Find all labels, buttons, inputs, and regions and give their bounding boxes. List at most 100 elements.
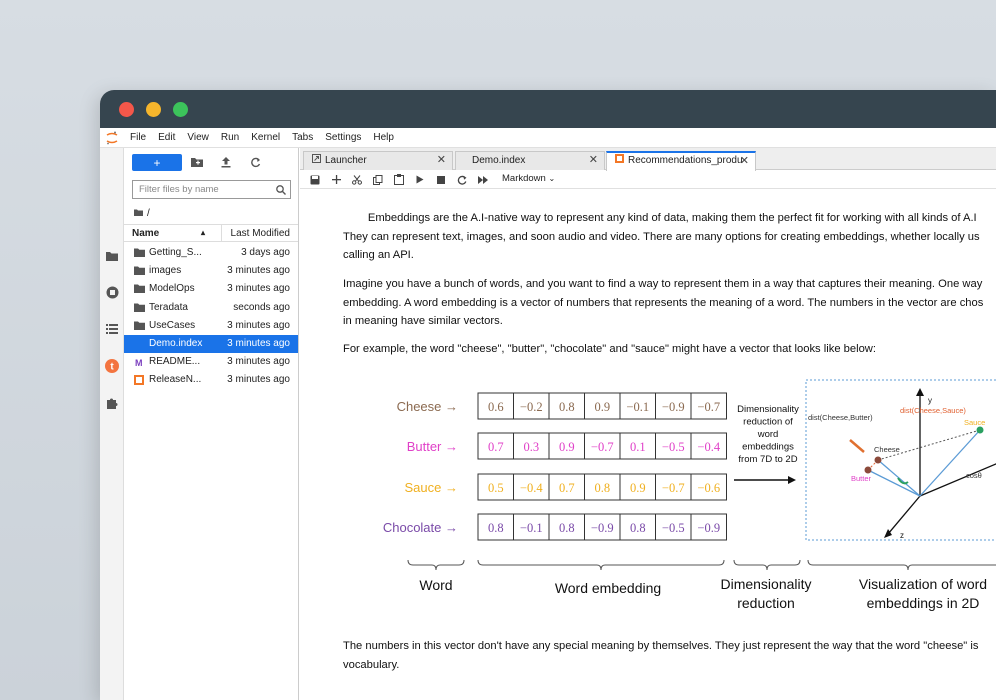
text-line: Imagine you have a bunch of words, and y… — [343, 278, 983, 290]
embedding-value: 0.8 — [630, 521, 646, 535]
brace — [477, 559, 725, 571]
embedding-value: −0.7 — [591, 440, 614, 454]
tab-demo-index-close-icon[interactable]: ✕ — [589, 152, 598, 169]
filter-placeholder: Filter files by name — [139, 184, 219, 195]
file-modified: 3 days ago — [241, 247, 290, 258]
file-row[interactable]: ModelOps 3 minutes ago — [124, 280, 298, 298]
menu-settings[interactable]: Settings — [319, 128, 367, 148]
maximize-window-button[interactable] — [173, 102, 188, 117]
new-launcher-button[interactable]: + — [132, 154, 182, 171]
file-row[interactable]: ReleaseN... 3 minutes ago — [124, 371, 298, 389]
window-titlebar — [100, 90, 996, 128]
visualization-caption: Visualization of word — [859, 576, 987, 592]
text-line: calling an API. — [343, 249, 414, 261]
dimensionality-caption: reduction — [737, 595, 795, 611]
embedding-value: 0.3 — [523, 440, 539, 454]
file-row[interactable]: Teradata seconds ago — [124, 299, 298, 317]
paragraph-example: For example, the word "cheese", "butter"… — [343, 340, 996, 359]
file-name: README... — [149, 356, 201, 368]
run-cell-icon[interactable] — [413, 173, 427, 186]
menu-edit[interactable]: Edit — [152, 128, 181, 148]
word-caption: Word — [419, 577, 452, 593]
file-row[interactable]: images 3 minutes ago — [124, 262, 298, 280]
running-icon[interactable] — [100, 281, 124, 303]
insert-cell-icon[interactable] — [329, 173, 343, 186]
file-name: Demo.index — [149, 337, 203, 349]
menu-help[interactable]: Help — [367, 128, 400, 148]
tab-recommendations[interactable]: Recommendations_produ ✕ — [606, 151, 756, 171]
text-line: The numbers in this vector don't have an… — [343, 640, 979, 652]
embedding-value: −0.7 — [662, 481, 685, 495]
save-icon[interactable] — [308, 173, 322, 186]
word-embedding-figure: Cheese → 0.6 −0.2 0.8 0.9 −0.1 −0.9 −0.7 Butter … — [383, 379, 996, 611]
cell-type-value: Markdown — [502, 173, 546, 184]
folder-icon[interactable] — [100, 245, 124, 267]
embedding-value: 0.7 — [488, 440, 504, 454]
embedding-value: 0.8 — [559, 521, 575, 535]
word-label: Chocolate → — [383, 520, 458, 535]
minimize-window-button[interactable] — [146, 102, 161, 117]
modified-column-header[interactable]: Last Modified — [231, 228, 290, 239]
tab-launcher[interactable]: Launcher ✕ — [303, 151, 453, 170]
notebook-toolbar: Markdown ⌄ — [300, 170, 996, 189]
dimensionality-caption: Dimensionality — [720, 576, 811, 592]
file-browser-panel: + Filter files by name / Name ▴ Last Mod… — [124, 148, 299, 700]
embedding-value: 0.6 — [488, 400, 504, 414]
file-modified: seconds ago — [233, 301, 290, 313]
sauce-point — [976, 426, 984, 434]
folder-icon — [134, 321, 145, 331]
upload-icon[interactable] — [219, 155, 233, 169]
reduction-arrow-head — [788, 476, 796, 484]
filter-files-input[interactable]: Filter files by name — [132, 180, 291, 199]
menu-tabs[interactable]: Tabs — [286, 128, 319, 148]
file-row[interactable]: Demo.index 3 minutes ago — [124, 334, 298, 354]
menu-kernel[interactable]: Kernel — [245, 128, 286, 148]
word-label: Cheese → — [397, 399, 458, 414]
menu-run[interactable]: Run — [215, 128, 245, 148]
tab-launcher-close-icon[interactable]: ✕ — [437, 152, 446, 169]
menu-view[interactable]: View — [181, 128, 215, 148]
home-folder-icon[interactable] — [134, 208, 143, 219]
extensions-icon[interactable] — [100, 392, 124, 414]
paste-icon[interactable] — [392, 173, 406, 186]
file-row[interactable]: UseCases 3 minutes ago — [124, 317, 298, 335]
file-row[interactable]: M README... 3 minutes ago — [124, 353, 298, 371]
menu-file[interactable]: File — [124, 128, 152, 148]
new-folder-icon[interactable] — [190, 155, 204, 169]
cut-icon[interactable] — [350, 173, 364, 186]
point-label: Cheese — [874, 445, 900, 454]
copy-icon[interactable] — [371, 173, 385, 186]
embedding-value: −0.1 — [626, 400, 649, 414]
tab-recommendations-close-icon[interactable]: ✕ — [740, 153, 749, 169]
file-modified: 3 minutes ago — [227, 319, 290, 331]
fast-forward-icon[interactable] — [476, 173, 490, 186]
file-name: ReleaseN... — [149, 374, 202, 386]
brace — [733, 559, 801, 571]
jupyterlab-window: File Edit View Run Kernel Tabs Settings … — [100, 90, 996, 700]
name-column-header[interactable]: Name — [132, 228, 159, 239]
reduction-text: reduction of — [743, 417, 793, 428]
teradata-icon[interactable]: t — [100, 355, 124, 377]
notebook-icon — [615, 153, 625, 169]
sort-ascending-icon: ▴ — [201, 228, 206, 237]
file-browser-toolbar: + — [132, 154, 292, 172]
file-row[interactable]: Getting_S... 3 days ago — [124, 244, 298, 262]
angle-label: cosθ — [966, 471, 982, 480]
word-label: Sauce → — [405, 480, 458, 495]
refresh-icon[interactable] — [248, 155, 262, 169]
cell-type-dropdown[interactable]: Markdown ⌄ — [502, 173, 555, 184]
close-window-button[interactable] — [119, 102, 134, 117]
embedding-value: 0.9 — [630, 481, 646, 495]
stop-icon[interactable] — [434, 173, 448, 186]
table-of-contents-icon[interactable] — [100, 318, 124, 340]
paragraph-word-embedding: Imagine you have a bunch of words, and y… — [343, 275, 996, 331]
restart-kernel-icon[interactable] — [455, 173, 469, 186]
reduction-text: from 7D to 2D — [738, 454, 797, 465]
embedding-value: 0.9 — [594, 400, 610, 414]
embedding-value: −0.5 — [662, 440, 685, 454]
breadcrumb-root[interactable]: / — [147, 208, 150, 219]
tab-demo-index[interactable]: Demo.index ✕ — [455, 151, 605, 170]
brace — [407, 559, 465, 571]
embedding-value: −0.9 — [662, 400, 685, 414]
z-axis-label: z — [900, 531, 904, 540]
